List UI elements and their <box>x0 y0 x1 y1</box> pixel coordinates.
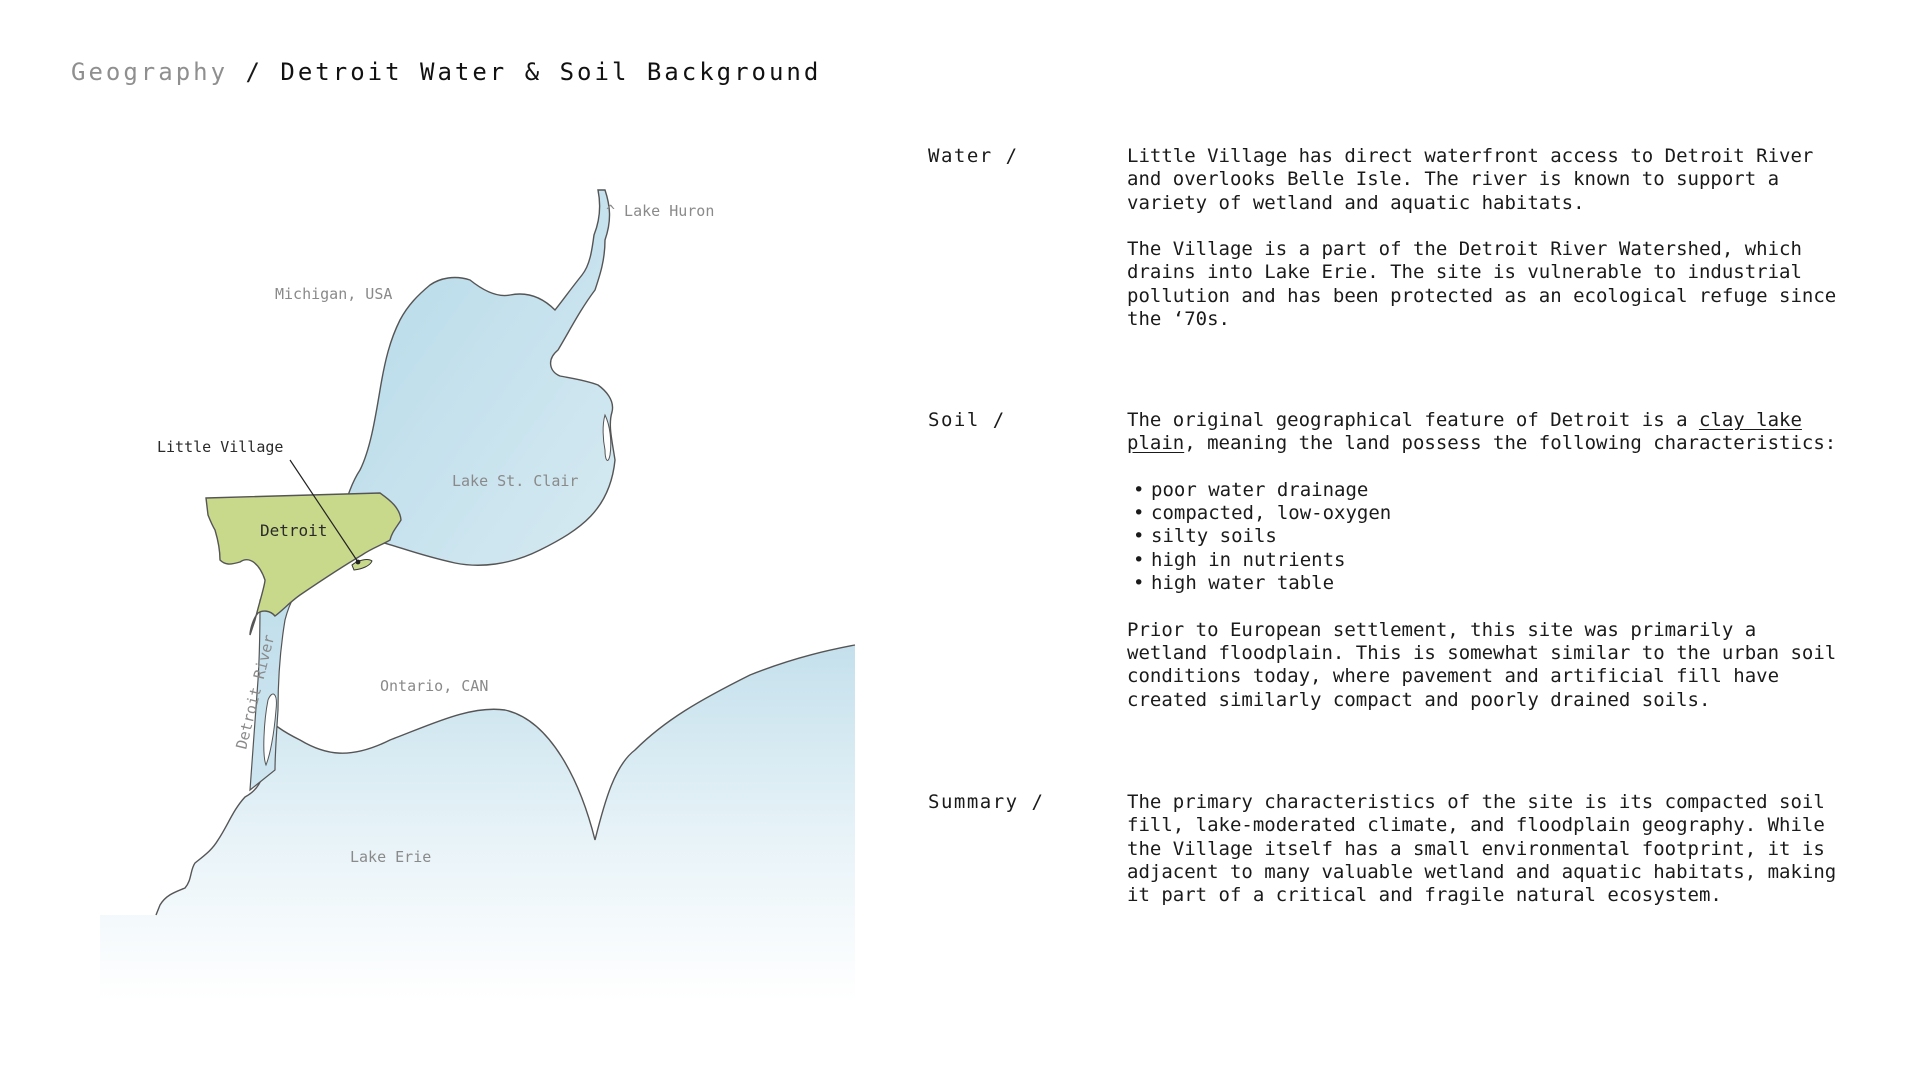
breadcrumb-geography: Geography <box>71 58 229 86</box>
soil-closing-paragraph: Prior to European settlement, this site … <box>1127 618 1837 711</box>
list-item: compacted, low-oxygen <box>1131 502 1847 526</box>
region-map: ^ Lake Huron Michigan, USA Little Villag… <box>100 180 870 1000</box>
soil-intro: The original geographical feature of Det… <box>1127 409 1847 456</box>
label-lake-st-clair: Lake St. Clair <box>452 472 578 490</box>
summary-body: The primary characteristics of the site … <box>1127 791 1847 907</box>
little-village-marker <box>355 559 361 565</box>
list-item: silty soils <box>1131 525 1847 549</box>
water-paragraph-2: The Village is a part of the Detroit Riv… <box>1127 238 1837 331</box>
lake-erie-shape <box>100 645 855 1000</box>
label-little-village: Little Village <box>157 438 283 456</box>
water-label: Water / <box>928 145 1019 167</box>
soil-intro-end: , meaning the land possess the following… <box>1184 432 1837 455</box>
detroit-shape <box>205 492 402 636</box>
water-paragraph-1: Little Village has direct waterfront acc… <box>1127 145 1814 214</box>
label-detroit: Detroit <box>260 521 327 540</box>
label-michigan: Michigan, USA <box>275 285 392 303</box>
list-item: high water table <box>1131 572 1847 596</box>
list-item: poor water drainage <box>1131 479 1847 503</box>
summary-paragraph: The primary characteristics of the site … <box>1127 791 1837 907</box>
list-item: high in nutrients <box>1131 549 1847 573</box>
label-lake-erie: Lake Erie <box>350 848 431 866</box>
water-body: Little Village has direct waterfront acc… <box>1127 145 1847 331</box>
soil-characteristics-list: poor water drainage compacted, low-oxyge… <box>1127 479 1847 596</box>
page-title: Geography / Detroit Water & Soil Backgro… <box>71 58 821 86</box>
label-lake-huron: ^ Lake Huron <box>606 202 714 220</box>
breadcrumb-separator: / <box>228 58 281 86</box>
soil-body: The original geographical feature of Det… <box>1127 409 1847 712</box>
label-ontario: Ontario, CAN <box>380 677 488 695</box>
map-svg: ^ Lake Huron Michigan, USA Little Villag… <box>100 189 856 1000</box>
soil-label: Soil / <box>928 409 1006 431</box>
belle-isle <box>351 559 373 571</box>
soil-intro-start: The original geographical feature of Det… <box>1127 409 1699 431</box>
breadcrumb-current: Detroit Water & Soil Background <box>280 58 822 86</box>
summary-label: Summary / <box>928 791 1045 813</box>
